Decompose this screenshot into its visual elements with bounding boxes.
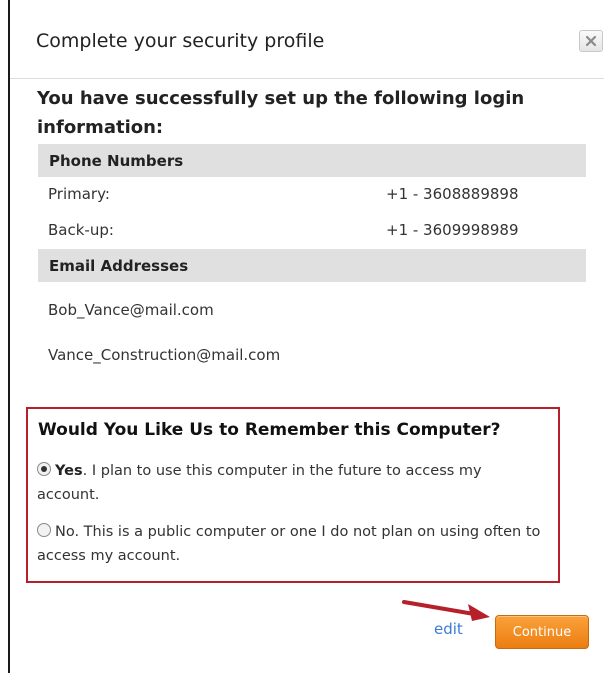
no-description: No. This is a public computer or one I d…	[37, 524, 541, 564]
email-item: Bob_Vance@mail.com	[48, 301, 214, 319]
continue-button[interactable]: Continue	[495, 615, 589, 649]
remember-computer-title: Would You Like Us to Remember this Compu…	[38, 420, 501, 440]
phone-numbers-title: Phone Numbers	[49, 152, 184, 170]
dialog-title: Complete your security profile	[36, 30, 325, 52]
close-icon	[585, 35, 597, 47]
radio-no[interactable]	[37, 523, 51, 537]
remember-computer-panel: Would You Like Us to Remember this Compu…	[26, 407, 560, 583]
edit-link[interactable]: edit	[434, 620, 463, 638]
security-profile-dialog: Complete your security profile You have …	[0, 0, 604, 673]
phone-numbers-header: Phone Numbers	[38, 144, 586, 177]
success-heading: You have successfully set up the followi…	[37, 88, 525, 138]
primary-phone-value: +1 - 3608889898	[386, 185, 519, 203]
email-addresses-header: Email Addresses	[38, 249, 586, 282]
email-addresses-title: Email Addresses	[49, 257, 189, 275]
yes-description: . I plan to use this computer in the fut…	[37, 463, 482, 503]
close-button[interactable]	[579, 30, 603, 52]
dialog-header: Complete your security profile	[10, 0, 604, 79]
radio-yes[interactable]	[37, 462, 51, 476]
yes-label: Yes	[55, 463, 83, 479]
backup-phone-label: Back-up:	[48, 221, 114, 239]
window-edge	[8, 0, 10, 673]
remember-no-option[interactable]: No. This is a public computer or one I d…	[37, 520, 547, 568]
remember-yes-option[interactable]: Yes. I plan to use this computer in the …	[37, 459, 547, 507]
email-item: Vance_Construction@mail.com	[48, 346, 281, 364]
primary-phone-label: Primary:	[48, 185, 110, 203]
backup-phone-value: +1 - 3609998989	[386, 221, 519, 239]
